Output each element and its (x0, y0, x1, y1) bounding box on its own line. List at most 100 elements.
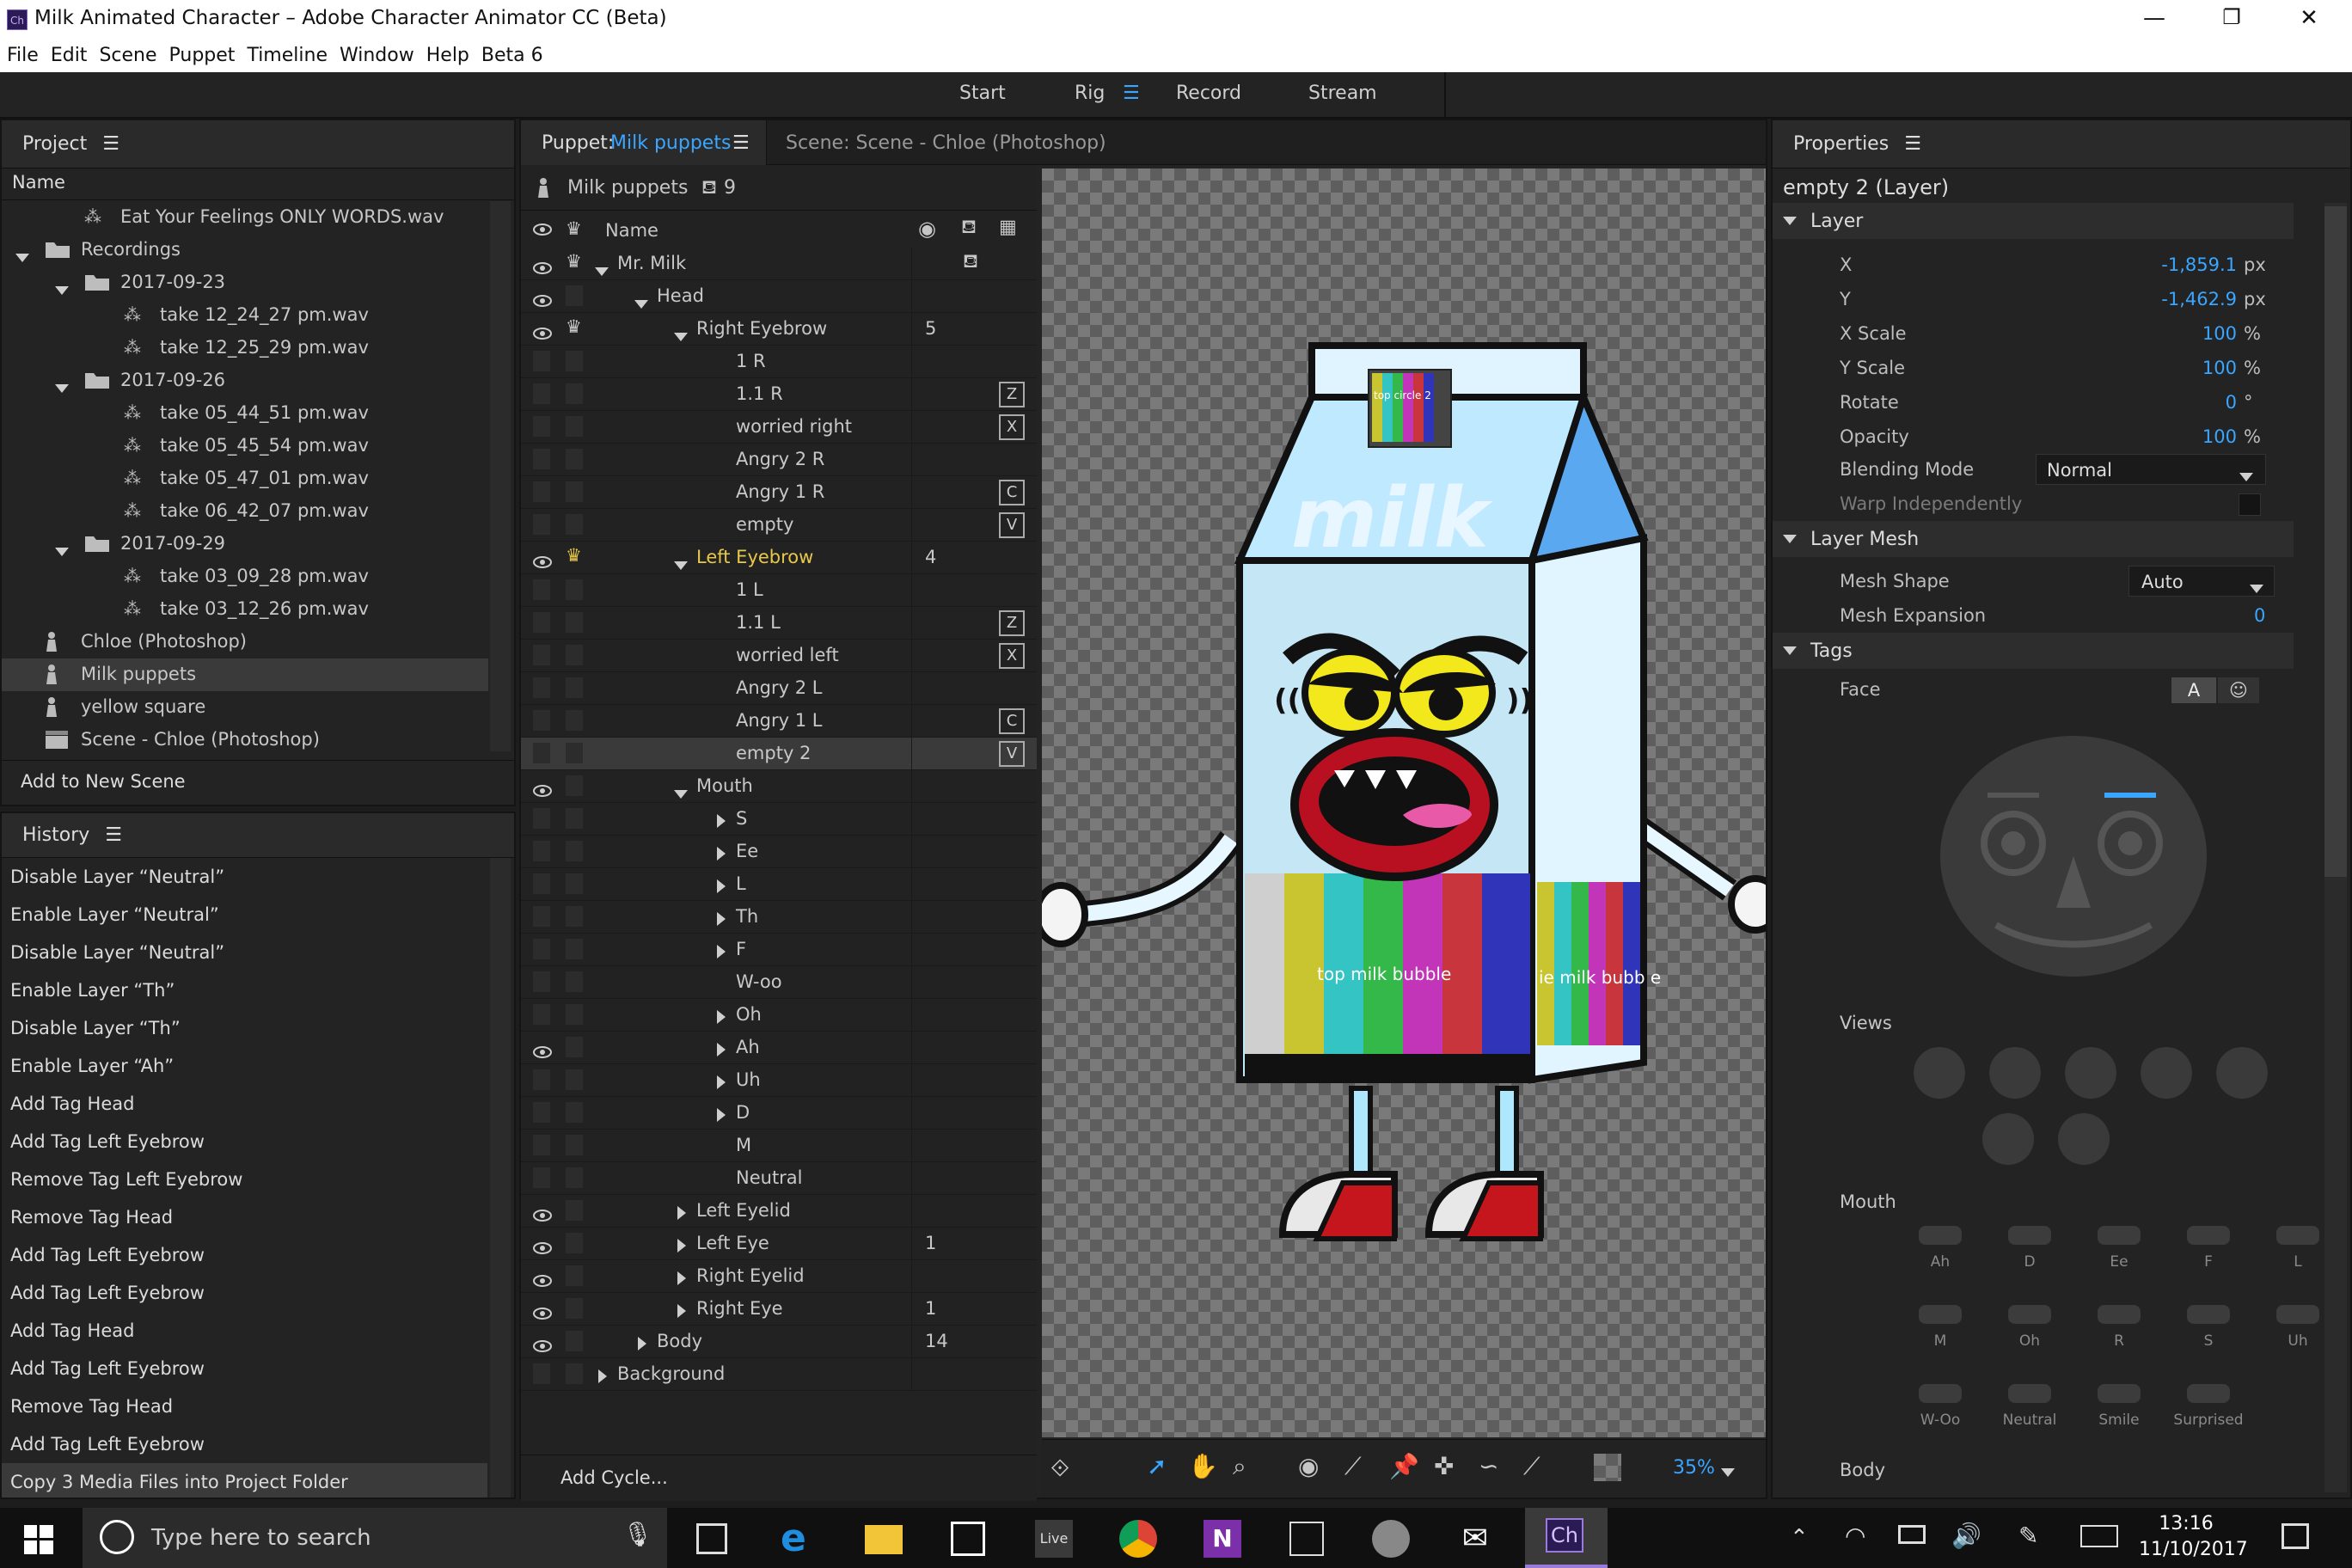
history-item[interactable]: Enable Layer “Neutral” (2, 896, 487, 934)
layer-row[interactable]: Left Eye 1 (521, 1228, 1037, 1260)
layer-row[interactable]: Angry 2 L (521, 672, 1037, 705)
mesh-shape-select[interactable]: Auto (2128, 566, 2275, 597)
layer-row[interactable]: Left Eyelid (521, 1195, 1037, 1228)
independent-toggle[interactable] (566, 1004, 583, 1025)
history-item[interactable]: Add Tag Left Eyebrow (2, 1274, 487, 1312)
visibility-toggle[interactable] (533, 449, 550, 469)
project-item[interactable]: Milk puppets (2, 658, 488, 691)
scrollbar[interactable] (490, 201, 511, 751)
action-center-icon[interactable] (2282, 1523, 2309, 1549)
layer-row[interactable]: empty V (521, 509, 1037, 542)
keyboard-trigger-key[interactable]: C (999, 480, 1025, 505)
independent-toggle[interactable] (566, 1167, 583, 1188)
chevron-right-icon[interactable] (717, 1040, 726, 1061)
layer-row[interactable]: 1 R (521, 346, 1037, 378)
menu-item-help[interactable]: Help (426, 40, 469, 72)
chevron-down-icon[interactable] (15, 246, 29, 266)
chevron-right-icon[interactable] (717, 877, 726, 897)
independent-toggle[interactable] (566, 1102, 583, 1123)
chevron-down-icon[interactable] (1721, 1461, 1735, 1481)
hand-icon[interactable]: ✋ (1188, 1452, 1218, 1480)
scrollbar[interactable] (2324, 203, 2347, 1492)
mouth-tag-ah[interactable]: Ah (1902, 1226, 1979, 1271)
independent-toggle[interactable] (566, 579, 583, 600)
history-item[interactable]: Enable Layer “Ah” (2, 1047, 487, 1085)
layer-row[interactable]: Right Eyelid (521, 1260, 1037, 1293)
view-upward-icon[interactable] (1982, 1113, 2034, 1165)
layer-row[interactable]: ♛ Right Eyebrow 5 (521, 313, 1037, 346)
project-item[interactable]: yellow square (2, 691, 488, 724)
wifi-icon[interactable]: ◠ (1845, 1522, 1865, 1550)
menu-item-edit[interactable]: Edit (51, 40, 88, 72)
scrollbar-thumb[interactable] (2324, 206, 2347, 877)
layer-row[interactable]: S (521, 803, 1037, 836)
tag-visual-mode-icon[interactable]: ☺ (2218, 677, 2259, 703)
mouth-tags-grid[interactable]: Ah D Ee F L M Oh R S Uh W-Oo Neutral Smile Surprised (1773, 1226, 2323, 1449)
visibility-toggle[interactable] (533, 808, 550, 829)
eye-icon[interactable] (533, 1238, 552, 1259)
visibility-toggle[interactable] (533, 1135, 550, 1155)
keyboard-trigger-key[interactable]: C (999, 708, 1025, 734)
mouth-tag-ee[interactable]: Ee (2080, 1226, 2158, 1271)
view-quarter-left-icon[interactable] (1989, 1047, 2041, 1099)
workspace-tab-record[interactable]: Record (1176, 83, 1241, 104)
battery-icon[interactable] (1898, 1525, 1926, 1544)
layer-row[interactable]: Oh (521, 999, 1037, 1032)
keyboard-trigger-key[interactable]: X (999, 414, 1025, 440)
eye-icon[interactable] (533, 1303, 552, 1324)
independent-toggle[interactable] (566, 808, 583, 829)
project-item[interactable]: ⁂ take 05_47_01 pm.wav (2, 462, 488, 495)
project-item[interactable]: ⁂ Eat Your Feelings ONLY WORDS.wav (2, 201, 488, 234)
tags-section-header[interactable]: Tags (1773, 633, 2294, 669)
workspace-tab-start[interactable]: Start (959, 83, 1006, 104)
project-item[interactable]: ⁂ take 06_42_07 pm.wav (2, 495, 488, 528)
project-item[interactable]: Recordings (2, 234, 488, 266)
menu-item-puppet[interactable]: Puppet (169, 40, 236, 72)
property-value[interactable]: 100 (2202, 358, 2237, 378)
view-frontal-icon[interactable] (1914, 1047, 1965, 1099)
layer-row[interactable]: D (521, 1097, 1037, 1130)
layer-row[interactable]: W-oo (521, 966, 1037, 999)
independent-toggle[interactable] (566, 1233, 583, 1253)
history-item[interactable]: Remove Tag Head (2, 1387, 487, 1425)
app-disc-icon[interactable] (1372, 1520, 1410, 1558)
restore-icon[interactable]: ❐ (2214, 5, 2249, 34)
property-value[interactable]: 0 (2226, 392, 2237, 413)
independent-toggle[interactable] (566, 285, 583, 306)
visibility-toggle[interactable] (533, 710, 550, 731)
chevron-right-icon[interactable] (717, 910, 726, 930)
property-value[interactable]: 100 (2202, 323, 2237, 344)
live-app-icon[interactable]: Live (1035, 1520, 1073, 1558)
layer-row[interactable]: Background (521, 1358, 1037, 1391)
tab-puppet[interactable]: Puppet: Milk puppets ☰ (521, 120, 767, 165)
independent-toggle[interactable] (566, 1265, 583, 1286)
layer-row[interactable]: Ee (521, 836, 1037, 868)
task-view-icon[interactable] (696, 1523, 727, 1554)
origin-icon[interactable]: ◉ (1298, 1452, 1319, 1480)
store-icon[interactable] (951, 1522, 985, 1556)
eye-icon[interactable] (533, 1336, 552, 1357)
layer-row[interactable]: Right Eye 1 (521, 1293, 1037, 1326)
visibility-toggle[interactable] (533, 645, 550, 665)
onenote-icon[interactable]: N (1204, 1520, 1241, 1558)
independent-toggle[interactable] (566, 743, 583, 763)
chevron-up-icon[interactable]: ⌃ (1790, 1525, 1809, 1551)
layer-row[interactable]: M (521, 1130, 1037, 1162)
visibility-toggle[interactable] (533, 514, 550, 535)
brush-icon[interactable]: ⟋ (1523, 1452, 1540, 1481)
menu-item-file[interactable]: File (7, 40, 39, 72)
mouth-tag-uh[interactable]: Uh (2259, 1305, 2323, 1350)
stick-icon[interactable]: ⟋ (1344, 1452, 1362, 1481)
property-value[interactable]: -1,859.1 (2161, 254, 2237, 275)
history-item[interactable]: Disable Layer “Neutral” (2, 858, 487, 896)
independent-toggle[interactable] (566, 906, 583, 927)
layer-row[interactable]: ♛ Left Eyebrow 4 (521, 542, 1037, 574)
chevron-right-icon[interactable] (677, 1236, 686, 1257)
project-item[interactable]: ⁂ take 12_24_27 pm.wav (2, 299, 488, 332)
chevron-down-icon[interactable] (55, 540, 69, 560)
layer-row[interactable]: ♛ Mr. Milk ⛾ (521, 248, 1037, 280)
chevron-down-icon[interactable] (674, 554, 688, 574)
workspace-tab-rig[interactable]: Rig (1075, 83, 1105, 104)
chevron-right-icon[interactable] (598, 1367, 607, 1387)
chevron-right-icon[interactable] (677, 1302, 686, 1322)
